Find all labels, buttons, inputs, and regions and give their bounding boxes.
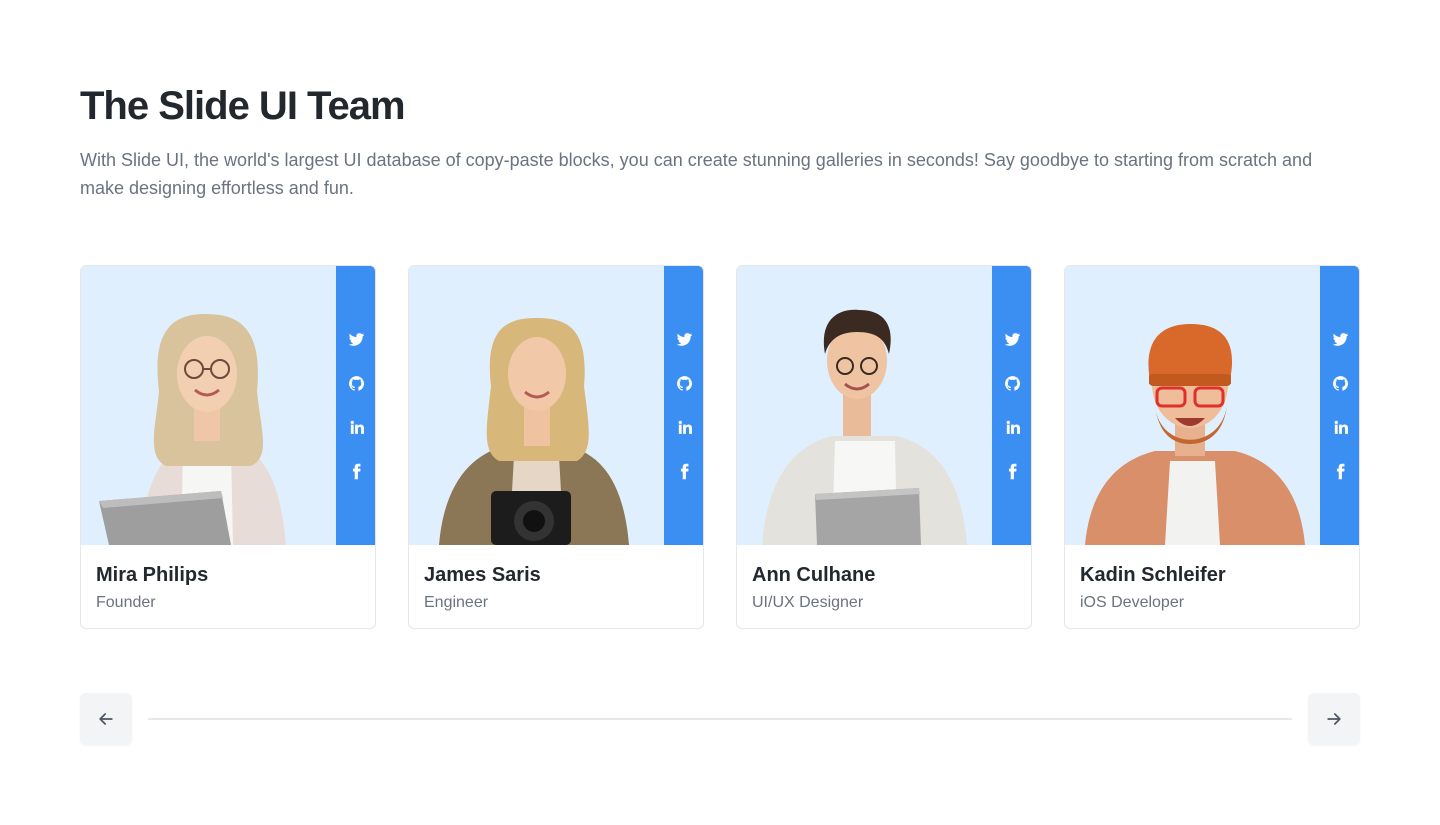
- member-photo: [81, 266, 336, 545]
- facebook-icon[interactable]: [1000, 459, 1024, 483]
- previous-button[interactable]: [80, 693, 132, 745]
- member-info: Mira Philips Founder: [96, 562, 208, 613]
- linkedin-icon[interactable]: [1328, 415, 1352, 439]
- member-info: James Saris Engineer: [424, 562, 541, 613]
- team-card: James Saris Engineer: [408, 265, 704, 629]
- member-name: Ann Culhane: [752, 564, 876, 586]
- member-photo: [409, 266, 664, 545]
- arrow-left-icon: [99, 713, 113, 725]
- github-icon[interactable]: [344, 371, 368, 395]
- page-description: With Slide UI, the world's largest UI da…: [80, 150, 1313, 198]
- linkedin-icon[interactable]: [672, 415, 696, 439]
- social-links: [1320, 266, 1359, 545]
- member-info: Ann Culhane UI/UX Designer: [752, 562, 875, 613]
- member-name: James Saris: [424, 564, 541, 586]
- member-photo: [737, 266, 992, 545]
- social-links: [664, 266, 703, 545]
- member-name: Mira Philips: [96, 564, 209, 586]
- member-name: Kadin Schleifer: [1080, 564, 1226, 586]
- member-role: Founder: [96, 594, 156, 611]
- carousel-progress-track[interactable]: [148, 718, 1292, 720]
- twitter-icon[interactable]: [1000, 327, 1024, 351]
- team-card: Ann Culhane UI/UX Designer: [736, 265, 1032, 629]
- github-icon[interactable]: [1328, 371, 1352, 395]
- twitter-icon[interactable]: [344, 327, 368, 351]
- team-carousel: Mira Philips Founder James Saris Enginee…: [80, 265, 1360, 629]
- member-photo: [1065, 266, 1320, 545]
- facebook-icon[interactable]: [344, 459, 368, 483]
- member-role: Engineer: [424, 594, 489, 611]
- facebook-icon[interactable]: [1328, 459, 1352, 483]
- twitter-icon[interactable]: [1328, 327, 1352, 351]
- member-role: UI/UX Designer: [752, 594, 864, 611]
- next-button[interactable]: [1308, 693, 1360, 745]
- arrow-right-icon: [1327, 713, 1341, 725]
- social-links: [992, 266, 1031, 545]
- member-role: iOS Developer: [1080, 594, 1185, 611]
- github-icon[interactable]: [1000, 371, 1024, 395]
- github-icon[interactable]: [672, 371, 696, 395]
- page-title: The Slide UI Team: [80, 84, 406, 128]
- team-card: Kadin Schleifer iOS Developer: [1064, 265, 1360, 629]
- social-links: [336, 266, 375, 545]
- member-info: Kadin Schleifer iOS Developer: [1080, 562, 1226, 613]
- team-card: Mira Philips Founder: [80, 265, 376, 629]
- team-section: The Slide UI Team With Slide UI, the wor…: [0, 0, 1440, 825]
- facebook-icon[interactable]: [672, 459, 696, 483]
- linkedin-icon[interactable]: [1000, 415, 1024, 439]
- linkedin-icon[interactable]: [344, 415, 368, 439]
- twitter-icon[interactable]: [672, 327, 696, 351]
